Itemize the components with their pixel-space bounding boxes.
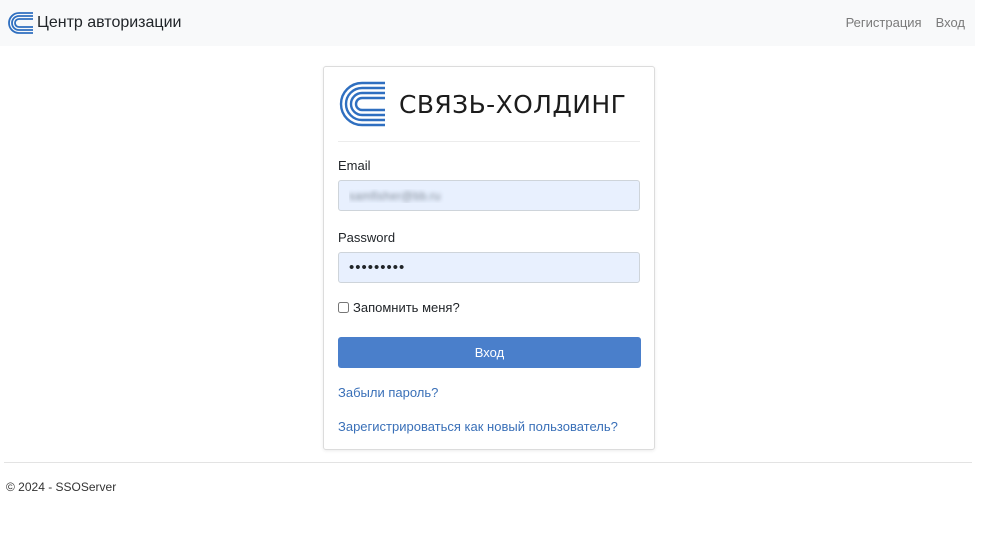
email-label: Email — [338, 158, 371, 173]
password-input[interactable] — [338, 252, 640, 283]
register-new-user-link[interactable]: Зарегистрироваться как новый пользовател… — [338, 419, 618, 434]
login-card: СВЯЗЬ-ХОЛДИНГ Email Password Запомнить м… — [323, 66, 655, 450]
divider — [338, 141, 640, 142]
svyaz-holding-logo-icon — [339, 81, 385, 127]
forgot-password-link[interactable]: Забыли пароль? — [338, 385, 438, 400]
email-input[interactable] — [338, 180, 640, 211]
footer-divider — [4, 462, 972, 463]
brand[interactable]: Центр авторизации — [6, 10, 181, 36]
company-logo-text: СВЯЗЬ-ХОЛДИНГ — [399, 89, 627, 119]
password-label: Password — [338, 230, 396, 245]
footer-copyright: © 2024 - SSOServer — [6, 480, 117, 494]
remember-me-label[interactable]: Запомнить меня? — [353, 300, 460, 315]
remember-me: Запомнить меня? — [337, 300, 460, 315]
nav-login-link[interactable]: Вход — [936, 15, 965, 30]
remember-me-checkbox[interactable] — [338, 302, 349, 313]
company-logo: СВЯЗЬ-ХОЛДИНГ — [338, 80, 626, 128]
svyaz-holding-logo-icon — [8, 12, 33, 34]
brand-title: Центр авторизации — [37, 14, 182, 31]
nav-links: Регистрация Вход — [846, 15, 965, 30]
navbar: Центр авторизации Регистрация Вход — [0, 0, 975, 46]
nav-register-link[interactable]: Регистрация — [846, 15, 922, 30]
login-button[interactable]: Вход — [338, 337, 641, 368]
